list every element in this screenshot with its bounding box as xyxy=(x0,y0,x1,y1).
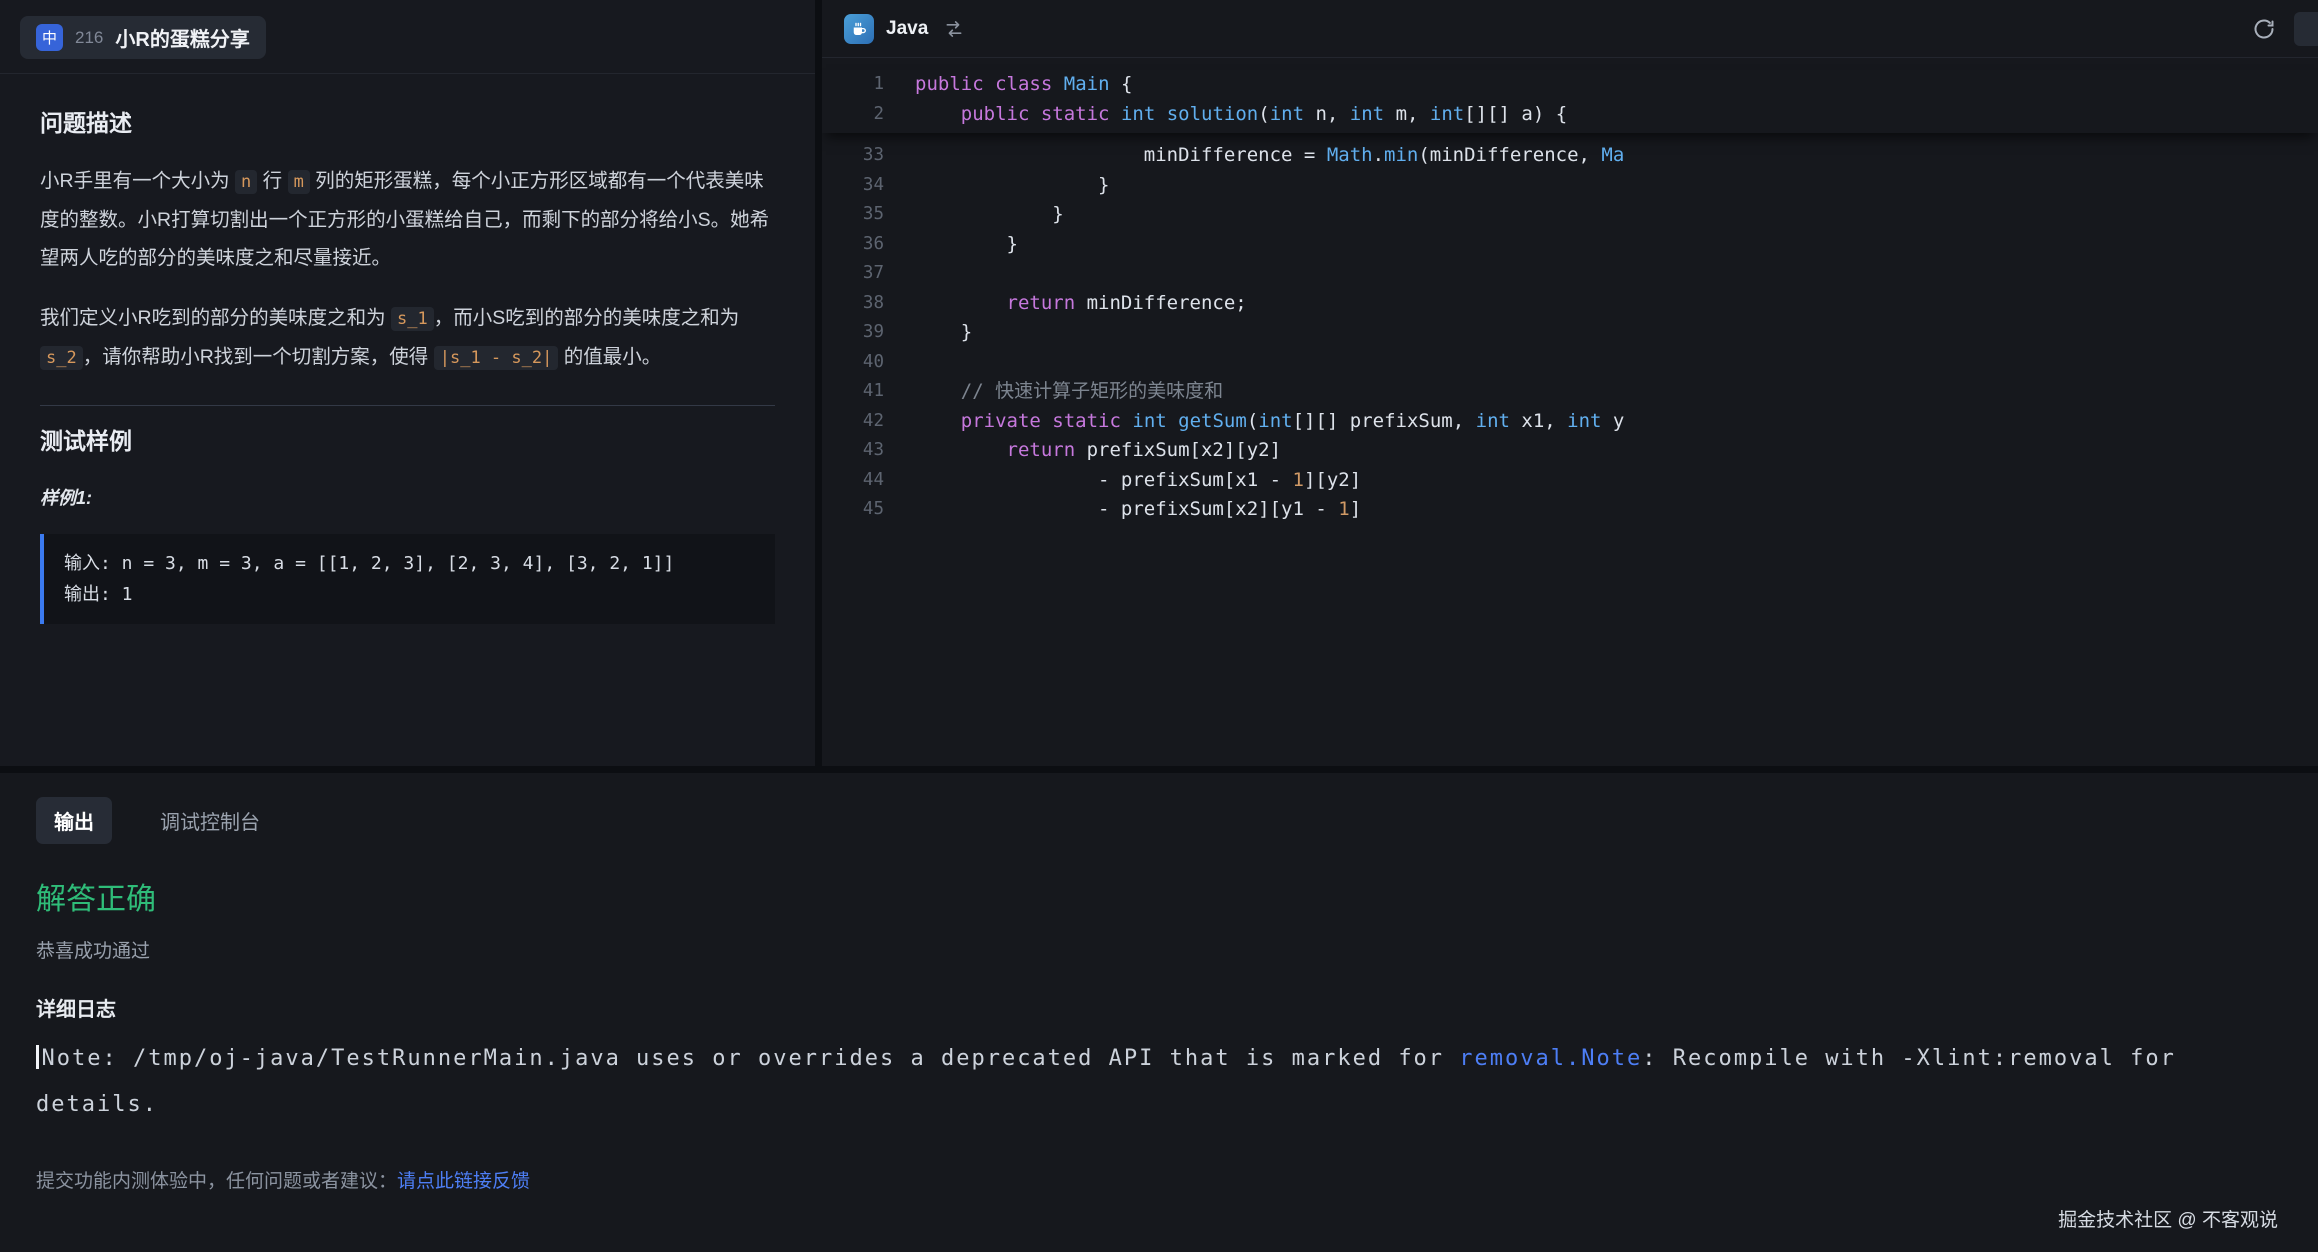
code-line[interactable]: 41 // 快速计算子矩形的美味度和 xyxy=(822,377,2318,407)
line-number: 44 xyxy=(822,466,884,496)
code-text: - prefixSum[x2][y1 - 1] xyxy=(884,495,1361,525)
problem-title: 小R的蛋糕分享 xyxy=(115,23,249,52)
code-text: return prefixSum[x2][y2] xyxy=(884,436,1281,466)
log-segments: Note: /tmp/oj-java/TestRunnerMain.java u… xyxy=(36,1046,2176,1117)
code-line[interactable]: 1public class Main { xyxy=(822,70,2318,100)
line-number: 40 xyxy=(822,348,884,378)
sample-line: 输出: 1 xyxy=(64,579,755,610)
code-text: public static int solution(int n, int m,… xyxy=(884,100,1567,130)
difficulty-badge: 中 xyxy=(36,24,63,51)
code-line[interactable]: 40 xyxy=(822,348,2318,378)
section-title-description: 问题描述 xyxy=(40,104,775,138)
editor-scrolled-lines: 33 minDifference = Math.min(minDifferenc… xyxy=(822,133,2318,525)
language-label: Java xyxy=(886,18,928,40)
line-number: 43 xyxy=(822,436,884,466)
line-number: 33 xyxy=(822,141,884,171)
inline-code: m xyxy=(288,170,310,194)
code-text: // 快速计算子矩形的美味度和 xyxy=(884,377,1223,407)
cut-off-icon[interactable] xyxy=(2294,12,2318,46)
inline-code: n xyxy=(235,170,257,194)
code-line[interactable]: 33 minDifference = Math.min(minDifferenc… xyxy=(822,141,2318,171)
watermark: 掘金技术社区 @ 不客观说 xyxy=(2058,1205,2278,1232)
code-line[interactable]: 34 } xyxy=(822,171,2318,201)
editor-header-actions xyxy=(2252,12,2296,46)
line-number: 34 xyxy=(822,171,884,201)
log-section-title: 详细日志 xyxy=(36,993,2282,1022)
sample-code-block: 输入: n = 3, m = 3, a = [[1, 2, 3], [2, 3,… xyxy=(40,534,775,624)
java-icon xyxy=(844,14,874,44)
log-link[interactable]: removal.Note xyxy=(1459,1046,1642,1071)
code-line[interactable]: 44 - prefixSum[x1 - 1][y2] xyxy=(822,466,2318,496)
code-text: } xyxy=(884,200,1064,230)
feedback-text: 提交功能内测体验中，任何问题或者建议： xyxy=(36,1171,397,1192)
section-title-samples: 测试样例 xyxy=(40,422,775,456)
code-line[interactable]: 35 } xyxy=(822,200,2318,230)
feedback-footer: 提交功能内测体验中，任何问题或者建议：请点此链接反馈 xyxy=(36,1166,2282,1193)
code-text xyxy=(884,259,915,289)
app-window: 中 216 小R的蛋糕分享 问题描述 小R手里有一个大小为 n 行 m 列的矩形… xyxy=(0,0,2318,1252)
code-editor[interactable]: 1public class Main {2 public static int … xyxy=(822,58,2318,766)
code-text: minDifference = Math.min(minDifference, … xyxy=(884,141,1624,171)
code-line[interactable]: 37 xyxy=(822,259,2318,289)
result-subtitle: 恭喜成功通过 xyxy=(36,936,2282,963)
code-line[interactable]: 2 public static int solution(int n, int … xyxy=(822,100,2318,130)
problem-paragraph: 小R手里有一个大小为 n 行 m 列的矩形蛋糕，每个小正方形区域都有一个代表美味… xyxy=(40,162,775,277)
code-line[interactable]: 36 } xyxy=(822,230,2318,260)
editor-sticky-lines: 1public class Main {2 public static int … xyxy=(822,70,2318,133)
code-line[interactable]: 39 } xyxy=(822,318,2318,348)
line-number: 42 xyxy=(822,407,884,437)
log-output: Note: /tmp/oj-java/TestRunnerMain.java u… xyxy=(36,1036,2282,1128)
code-text xyxy=(884,348,915,378)
line-number: 41 xyxy=(822,377,884,407)
code-text: private static int getSum(int[][] prefix… xyxy=(884,407,1624,437)
divider xyxy=(40,405,775,406)
tab-output[interactable]: 输出 xyxy=(36,797,112,844)
line-number: 35 xyxy=(822,200,884,230)
inline-code: |s_1 - s_2| xyxy=(434,346,559,370)
problem-header: 中 216 小R的蛋糕分享 xyxy=(0,0,815,74)
feedback-link[interactable]: 请点此链接反馈 xyxy=(397,1171,530,1192)
code-line[interactable]: 45 - prefixSum[x2][y1 - 1] xyxy=(822,495,2318,525)
output-panel: 输出调试控制台 解答正确 恭喜成功通过 详细日志 Note: /tmp/oj-j… xyxy=(0,773,2318,1252)
problem-body: 问题描述 小R手里有一个大小为 n 行 m 列的矩形蛋糕，每个小正方形区域都有一… xyxy=(0,74,815,624)
line-number: 2 xyxy=(822,100,884,130)
code-line[interactable]: 43 return prefixSum[x2][y2] xyxy=(822,436,2318,466)
code-text: public class Main { xyxy=(884,70,1132,100)
code-text: - prefixSum[x1 - 1][y2] xyxy=(884,466,1361,496)
editor-panel: Java xyxy=(822,0,2318,766)
output-tabs: 输出调试控制台 xyxy=(36,797,2282,844)
code-line[interactable]: 42 private static int getSum(int[][] pre… xyxy=(822,407,2318,437)
inline-code: s_1 xyxy=(391,307,434,331)
inline-code: s_2 xyxy=(40,346,83,370)
result-status: 解答正确 xyxy=(36,874,2282,918)
code-text: return minDifference; xyxy=(884,289,1247,319)
problem-selector[interactable]: 中 216 小R的蛋糕分享 xyxy=(20,16,266,59)
text-cursor xyxy=(36,1045,39,1069)
code-text: } xyxy=(884,171,1109,201)
language-swap-icon[interactable] xyxy=(944,19,964,39)
refresh-icon[interactable] xyxy=(2252,17,2276,41)
code-text: } xyxy=(884,318,972,348)
line-number: 45 xyxy=(822,495,884,525)
tab-debug-console[interactable]: 调试控制台 xyxy=(142,797,278,844)
problem-paragraph: 我们定义小R吃到的部分的美味度之和为 s_1，而小S吃到的部分的美味度之和为 s… xyxy=(40,299,775,377)
line-number: 38 xyxy=(822,289,884,319)
line-number: 1 xyxy=(822,70,884,100)
line-number: 36 xyxy=(822,230,884,260)
code-line[interactable]: 38 return minDifference; xyxy=(822,289,2318,319)
line-number: 39 xyxy=(822,318,884,348)
log-text: Note: /tmp/oj-java/TestRunnerMain.java u… xyxy=(42,1046,1460,1071)
editor-header: Java xyxy=(822,0,2318,58)
sample-label: 样例1: xyxy=(40,484,775,510)
line-number: 37 xyxy=(822,259,884,289)
problem-panel: 中 216 小R的蛋糕分享 问题描述 小R手里有一个大小为 n 行 m 列的矩形… xyxy=(0,0,815,766)
sample-line: 输入: n = 3, m = 3, a = [[1, 2, 3], [2, 3,… xyxy=(64,548,755,579)
code-text: } xyxy=(884,230,1018,260)
problem-number: 216 xyxy=(75,28,103,48)
workspace-split: 中 216 小R的蛋糕分享 问题描述 小R手里有一个大小为 n 行 m 列的矩形… xyxy=(0,0,2318,766)
problem-description: 小R手里有一个大小为 n 行 m 列的矩形蛋糕，每个小正方形区域都有一个代表美味… xyxy=(40,162,775,377)
